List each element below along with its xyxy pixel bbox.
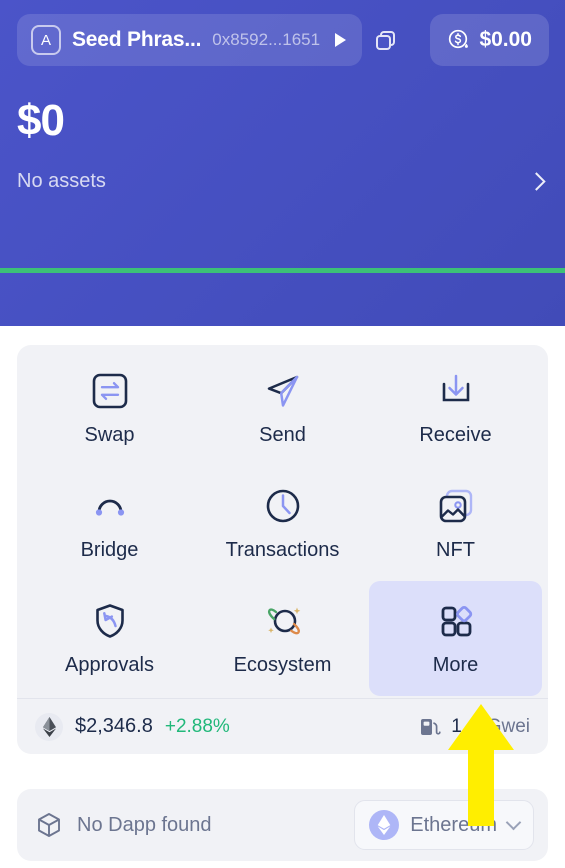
- gas-pump-icon: [421, 718, 441, 735]
- action-grid: Swap Send Receive Bridge Transactions NF…: [17, 345, 548, 698]
- action-label: More: [432, 654, 479, 676]
- receive-icon: [442, 374, 469, 402]
- ethereum-icon: [369, 810, 400, 840]
- action-label: NFT: [436, 539, 475, 561]
- action-label: Transactions: [225, 539, 340, 561]
- action-tile-bridge[interactable]: Bridge: [23, 466, 196, 581]
- action-tile-transactions[interactable]: Transactions: [196, 466, 369, 581]
- grid-diamond-icon: [441, 605, 472, 637]
- ethereum-glyph: [42, 716, 56, 737]
- wallet-hero: A Seed Phras... 0x8592...1651 $0.00 $0 N…: [0, 0, 565, 326]
- action-tile-ecosystem[interactable]: Ecosystem: [196, 581, 369, 696]
- actions-card: Swap Send Receive Bridge Transactions NF…: [17, 345, 548, 754]
- action-label: Receive: [419, 424, 492, 446]
- shield-arrow-icon: [95, 604, 124, 638]
- action-tile-swap[interactable]: Swap: [23, 351, 196, 466]
- account-address: 0x8592...1651: [212, 30, 321, 49]
- action-tile-send[interactable]: Send: [196, 351, 369, 466]
- image-stack-icon: [439, 489, 472, 523]
- assets-label: No assets: [17, 170, 106, 192]
- assets-row[interactable]: No assets: [17, 170, 549, 193]
- account-name: Seed Phras...: [72, 28, 202, 51]
- action-label: Ecosystem: [233, 654, 332, 676]
- ethereum-icon: [35, 712, 63, 741]
- action-label: Approvals: [65, 654, 154, 676]
- planet-icon: [267, 607, 300, 635]
- bridge-icon: [95, 499, 124, 516]
- progress-line: [0, 268, 565, 273]
- cube-icon: [38, 813, 60, 837]
- action-tile-more[interactable]: More: [369, 581, 542, 696]
- action-tile-approvals[interactable]: Approvals: [23, 581, 196, 696]
- action-label: Bridge: [80, 539, 139, 561]
- clock-icon: [266, 489, 299, 523]
- action-tile-receive[interactable]: Receive: [369, 351, 542, 466]
- action-tile-nft[interactable]: NFT: [369, 466, 542, 581]
- account-row: A Seed Phras... 0x8592...1651: [17, 14, 408, 66]
- token-price[interactable]: $2,346.8 +2.88%: [35, 712, 230, 741]
- wallet-popup: A Seed Phras... 0x8592...1651 $0.00 $0 N…: [0, 0, 565, 868]
- account-selector[interactable]: A Seed Phras... 0x8592...1651: [17, 14, 363, 66]
- dapp-status-text: No Dapp found: [77, 813, 212, 836]
- dollar-drop-icon: [449, 29, 469, 49]
- avatar: A: [31, 25, 61, 55]
- copy-icon: [375, 30, 395, 50]
- swap-icon: [92, 373, 127, 409]
- avatar-letter: A: [40, 31, 51, 49]
- copy-address-button[interactable]: [362, 14, 408, 66]
- price-change: +2.88%: [164, 715, 230, 737]
- up-arrow-cursor: [446, 704, 516, 831]
- send-plane-icon: [267, 375, 298, 407]
- caret-right-icon: [335, 33, 347, 47]
- fiat-currency-button[interactable]: $0.00: [430, 14, 549, 66]
- dapp-status: No Dapp found: [35, 811, 212, 839]
- arrow-pointer-glyph: [448, 704, 514, 826]
- action-label: Send: [259, 424, 306, 446]
- chevron-right-icon: [527, 172, 546, 191]
- total-balance: $0: [17, 96, 65, 145]
- action-label: Swap: [84, 424, 135, 446]
- price-value: $2,346.8: [75, 715, 153, 737]
- fiat-amount: $0.00: [479, 28, 532, 51]
